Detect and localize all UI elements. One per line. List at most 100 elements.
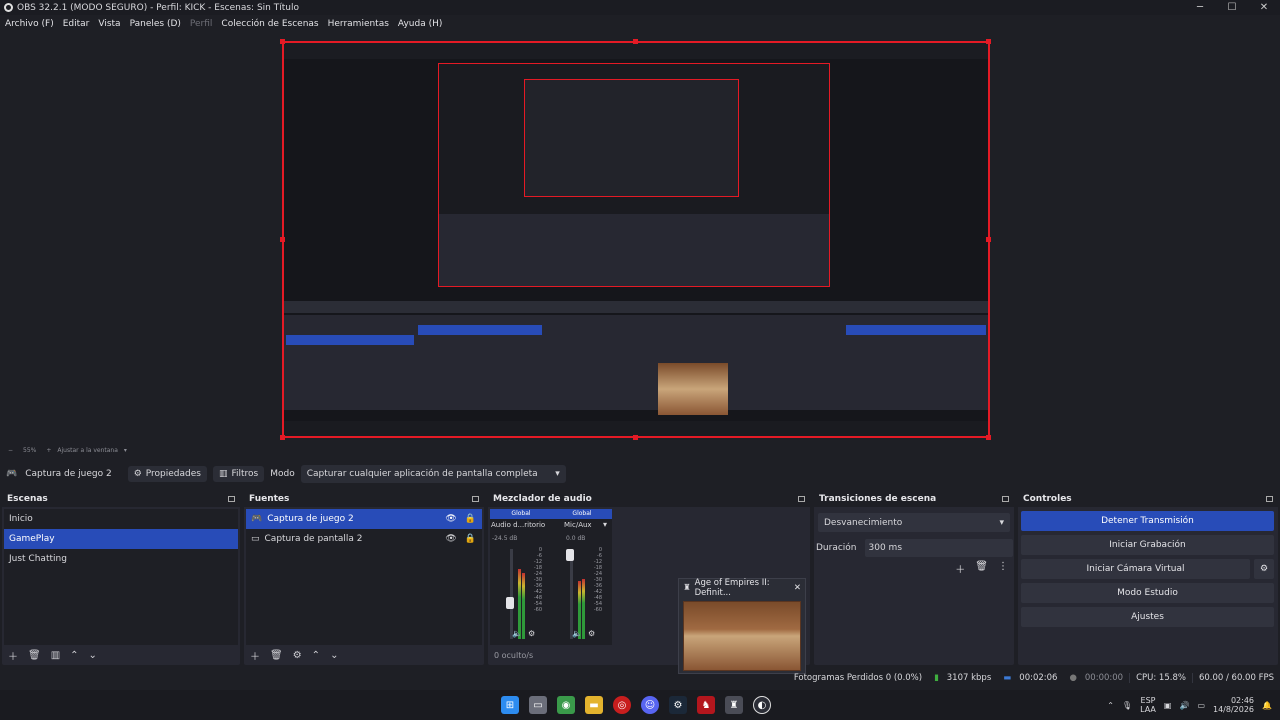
discord-icon[interactable]: ☺ [641, 696, 659, 714]
age-of-empires-icon[interactable]: ♜ [725, 696, 743, 714]
clock-time: 02:46 [1230, 696, 1255, 705]
gear-icon[interactable]: ⚙ [293, 650, 302, 661]
close-icon[interactable]: ✕ [794, 583, 801, 593]
add-icon[interactable]: ＋ [250, 648, 260, 663]
microphone-icon[interactable]: 🎙 [1122, 701, 1132, 710]
studio-mode-button[interactable]: Modo Estudio [1021, 583, 1274, 603]
menu-ayuda[interactable]: Ayuda (H) [398, 19, 442, 29]
obs-icon[interactable]: ◐ [753, 696, 771, 714]
volume-slider[interactable] [506, 597, 514, 609]
record-app-icon[interactable]: ◎ [613, 696, 631, 714]
clock[interactable]: 02:46 14/8/2026 [1213, 696, 1254, 714]
speaker-icon[interactable]: 🔈 [572, 629, 582, 638]
move-up-icon[interactable]: ⌃ [312, 650, 320, 661]
game-app-icon[interactable]: ♞ [697, 696, 715, 714]
menu-herramientas[interactable]: Herramientas [328, 19, 389, 29]
source-item-captura-pantalla[interactable]: ▭ Captura de pantalla 2 👁 🔒 [246, 529, 482, 549]
eye-icon[interactable]: 👁 [445, 534, 456, 544]
zoom-out-button[interactable]: − [8, 447, 13, 454]
thumbnail-title: Age of Empires II: Definit... [694, 578, 770, 598]
undock-icon[interactable] [1002, 496, 1009, 502]
maximize-button[interactable]: ☐ [1216, 0, 1248, 15]
zoom-fit[interactable]: Ajustar a la ventana [57, 447, 118, 454]
scene-label: GamePlay [9, 534, 55, 544]
resize-handle-br[interactable] [986, 435, 991, 440]
lock-icon[interactable]: 🔒 [465, 534, 476, 544]
resize-handle-bl[interactable] [280, 435, 285, 440]
record-icon: ● [1069, 673, 1077, 683]
preview-canvas[interactable] [282, 41, 990, 438]
resize-handle-tr[interactable] [986, 39, 991, 44]
windows-start-icon[interactable]: ⊞ [501, 696, 519, 714]
move-down-icon[interactable]: ⌄ [89, 650, 97, 661]
menu-coleccion-escenas[interactable]: Colección de Escenas [221, 19, 318, 29]
filter-icon[interactable]: ▥ [51, 650, 60, 661]
chevron-down-icon[interactable]: ▾ [603, 520, 607, 529]
button-label: Ajustes [1131, 612, 1164, 622]
steam-icon[interactable]: ⚙ [669, 696, 687, 714]
source-item-captura-juego[interactable]: 🎮 Captura de juego 2 👁 🔒 [246, 509, 482, 529]
add-icon[interactable]: ＋ [8, 648, 18, 663]
undock-icon[interactable] [1266, 496, 1273, 502]
taskbar-thumbnail[interactable]: ♜ Age of Empires II: Definit... ✕ [678, 578, 806, 674]
chevron-up-icon[interactable]: ⌃ [1107, 701, 1114, 710]
duration-input[interactable]: 300 ms [864, 539, 1013, 557]
scene-label: Inicio [9, 514, 33, 524]
chrome-icon[interactable]: ◉ [557, 696, 575, 714]
menu-archivo[interactable]: Archivo (F) [5, 19, 54, 29]
close-button[interactable]: ✕ [1248, 0, 1280, 15]
start-virtual-camera-button[interactable]: Iniciar Cámara Virtual [1021, 559, 1250, 579]
virtual-camera-settings-button[interactable]: ⚙ [1254, 559, 1274, 579]
volume-slider[interactable] [566, 549, 574, 561]
zoom-in-button[interactable]: + [46, 447, 51, 454]
resize-handle-tl[interactable] [280, 39, 285, 44]
more-icon[interactable]: ⋮ [998, 561, 1008, 576]
undock-icon[interactable] [798, 496, 805, 502]
undock-icon[interactable] [228, 496, 235, 502]
channel-name: Mic/Aux [564, 521, 592, 529]
network-icon[interactable]: ▣ [1164, 701, 1172, 710]
properties-button[interactable]: ⚙ Propiedades [127, 465, 207, 482]
volume-icon[interactable]: 🔊 [1179, 701, 1189, 710]
folder-icon[interactable]: ▬ [585, 696, 603, 714]
mode-select[interactable]: Capturar cualquier aplicación de pantall… [300, 464, 566, 483]
scene-item-inicio[interactable]: Inicio [4, 509, 238, 529]
trash-icon[interactable]: 🗑 [28, 650, 41, 661]
move-down-icon[interactable]: ⌄ [330, 650, 338, 661]
notification-bell-icon[interactable]: 🔔 [1262, 701, 1272, 710]
trash-icon[interactable]: 🗑 [270, 650, 283, 661]
move-up-icon[interactable]: ⌃ [70, 650, 78, 661]
battery-icon[interactable]: ▭ [1197, 701, 1205, 710]
speaker-icon[interactable]: 🔈 [512, 629, 522, 638]
gear-icon[interactable]: ⚙ [528, 629, 535, 638]
start-recording-button[interactable]: Iniciar Grabación [1021, 535, 1274, 555]
eye-icon[interactable]: 👁 [445, 514, 456, 524]
resize-handle-left[interactable] [280, 237, 285, 242]
undock-icon[interactable] [472, 496, 479, 502]
gear-icon[interactable]: ⚙ [588, 629, 595, 638]
menu-paneles[interactable]: Paneles (D) [130, 19, 181, 29]
transition-select[interactable]: Desvanecimiento ▾ [818, 513, 1010, 532]
minimize-button[interactable]: ─ [1184, 0, 1216, 15]
resize-handle-top[interactable] [633, 39, 638, 44]
trash-icon[interactable]: 🗑 [975, 561, 988, 576]
controls-dock: Controles Detener Transmisión Iniciar Gr… [1018, 491, 1278, 665]
scene-item-gameplay[interactable]: GamePlay [4, 529, 238, 549]
resize-handle-bottom[interactable] [633, 435, 638, 440]
chevron-down-icon[interactable]: ▾ [124, 447, 127, 454]
scene-item-just-chatting[interactable]: Just Chatting [4, 549, 238, 569]
mode-value: Capturar cualquier aplicación de pantall… [306, 468, 538, 479]
resize-handle-right[interactable] [986, 237, 991, 242]
meter-ticks: 0 -6 -12 -18 -24 -30 -36 -42 -48 -54 -60 [593, 547, 602, 613]
settings-button[interactable]: Ajustes [1021, 607, 1274, 627]
obs-logo-icon [4, 3, 13, 12]
gear-icon: ⚙ [133, 468, 142, 479]
menu-vista[interactable]: Vista [98, 19, 120, 29]
language-indicator[interactable]: ESP LAA [1140, 696, 1156, 714]
lock-icon[interactable]: 🔒 [465, 514, 476, 524]
menu-editar[interactable]: Editar [63, 19, 90, 29]
filters-button[interactable]: ▥ Filtros [212, 465, 265, 482]
add-icon[interactable]: ＋ [955, 561, 965, 576]
stop-streaming-button[interactable]: Detener Transmisión [1021, 511, 1274, 531]
task-view-icon[interactable]: ▭ [529, 696, 547, 714]
